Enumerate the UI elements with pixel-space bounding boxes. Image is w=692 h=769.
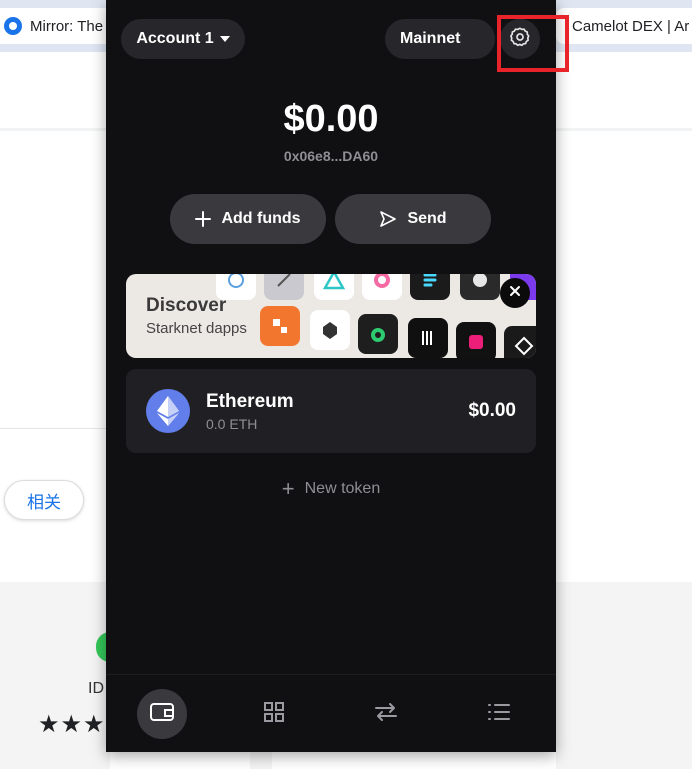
bookmark-camelot[interactable]: Camelot DEX | Ar [556, 8, 692, 44]
dapp-tile-icon [362, 274, 402, 300]
account-selector[interactable]: Account 1 [121, 19, 245, 59]
dapp-tile-icon [456, 322, 496, 358]
total-balance: $0.00 [283, 98, 379, 140]
dapp-tile-icon [504, 326, 536, 358]
list-icon [486, 701, 512, 728]
bookmark-mirror-label: Mirror: The [30, 17, 104, 35]
plus-icon [195, 211, 212, 227]
new-token-label: New token [304, 480, 381, 497]
dapp-tile-icon [408, 318, 448, 358]
ethereum-icon [146, 389, 190, 433]
add-funds-button[interactable]: Add funds [170, 194, 326, 244]
token-row-ethereum[interactable]: Ethereum 0.0 ETH $0.00 [126, 369, 536, 453]
token-name: Ethereum [206, 391, 294, 412]
swap-icon [373, 700, 399, 729]
dapp-tile-icon [410, 274, 450, 300]
dapp-tile-icon [460, 274, 500, 300]
network-label: Mainnet [400, 30, 461, 47]
bookmark-camelot-label: Camelot DEX | Ar [572, 17, 690, 35]
dapp-tile-icon [260, 306, 300, 346]
caret-down-icon [219, 36, 230, 42]
page-divider [0, 428, 110, 429]
wallet-icon [149, 701, 175, 728]
new-token-button[interactable]: + New token [106, 478, 556, 500]
add-funds-label: Add funds [221, 210, 301, 227]
dapp-tile-icon [314, 274, 354, 300]
mirror-favicon-icon [4, 17, 22, 35]
nav-activity[interactable] [474, 689, 524, 739]
wallet-popup: Account 1 Mainnet $0.00 0x06e8...DA60 Ad… [106, 0, 556, 752]
token-amount: 0.0 ETH [206, 416, 258, 432]
grid-icon [262, 700, 286, 729]
rating-stars: ★★★ [38, 711, 106, 738]
send-button[interactable]: Send [335, 194, 491, 244]
send-label: Send [407, 210, 447, 227]
nav-swap[interactable] [361, 689, 411, 739]
network-selector[interactable]: Mainnet [385, 19, 495, 59]
bottom-nav [106, 674, 556, 752]
background-card [0, 582, 110, 769]
nav-discover[interactable] [249, 689, 299, 739]
plus-icon: + [281, 476, 295, 501]
wallet-address[interactable]: 0x06e8...DA60 [106, 148, 556, 164]
card-text: ID [88, 680, 104, 697]
settings-highlight-box [497, 15, 569, 72]
discover-banner[interactable]: Discover Starknet dapps [126, 274, 536, 358]
nav-wallet[interactable] [137, 689, 187, 739]
related-chip[interactable]: 相关 [4, 480, 84, 520]
dapp-tile-icon [216, 274, 256, 300]
dapp-tile-icon [310, 310, 350, 350]
discover-subtitle: Starknet dapps [146, 320, 247, 337]
close-icon [509, 284, 521, 302]
background-card [556, 582, 692, 769]
account-label: Account 1 [136, 30, 214, 47]
send-icon [379, 210, 397, 228]
dapp-tile-icon [358, 314, 398, 354]
close-banner-button[interactable] [500, 278, 530, 308]
token-value: $0.00 [468, 400, 516, 421]
dapp-tile-icon [264, 274, 304, 300]
discover-title: Discover [146, 295, 227, 316]
